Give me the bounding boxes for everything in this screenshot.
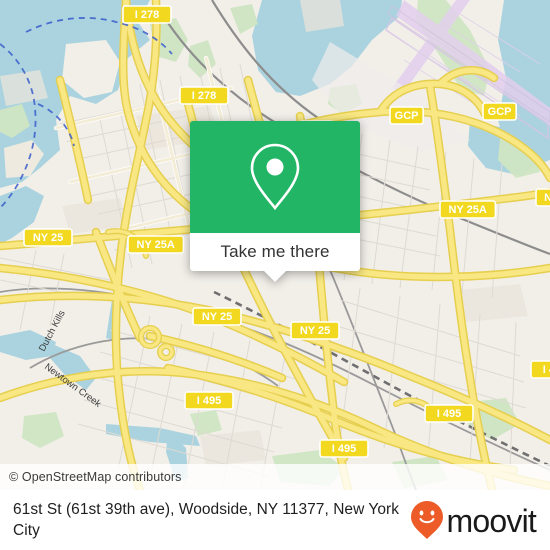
take-me-there-button[interactable]: Take me there	[220, 242, 329, 262]
road-shield-label: I 495	[332, 443, 356, 455]
attribution-text[interactable]: © OpenStreetMap contributors	[0, 470, 182, 484]
road-shield: I 495	[184, 391, 234, 410]
road-shield: I 495	[424, 404, 474, 423]
location-callout-card[interactable]: Take me there	[190, 121, 360, 282]
road-shield: I 278	[122, 5, 172, 24]
address-title: 61st St (61st 39th ave), Woodside, NY 11…	[13, 501, 400, 539]
road-shield-label: I 278	[192, 90, 216, 102]
road-shield: NY 25A	[439, 200, 497, 219]
road-shield: GCP	[389, 106, 425, 125]
road-shield-label: NY 25	[202, 311, 232, 323]
callout-tail	[263, 270, 287, 282]
road-shield: NY 25A	[127, 235, 185, 254]
road-shield-label: I 495	[197, 395, 221, 407]
road-shield-label: NY 25	[33, 232, 63, 244]
road-shield-label: NY 25A	[449, 204, 487, 216]
road-shield-label: I 495	[543, 364, 550, 376]
road-shield: I 495	[530, 360, 550, 379]
road-shield-label: NY 25A	[137, 239, 175, 251]
road-shield: I 495	[319, 439, 369, 458]
road-shield: NY 2	[535, 188, 550, 207]
road-shield: NY 25	[192, 307, 242, 326]
road-shield: I 278	[179, 86, 229, 105]
moovit-brand[interactable]: moovit	[410, 500, 550, 540]
road-shield-label: GCP	[395, 110, 419, 122]
road-shield-label: I 495	[437, 408, 461, 420]
callout-pin-panel	[190, 121, 360, 233]
road-shield-label: I 278	[135, 9, 159, 21]
road-shield: NY 25	[290, 321, 340, 340]
map-attribution-bar: © OpenStreetMap contributors	[0, 464, 550, 490]
road-shield: NY 25	[23, 228, 73, 247]
moovit-wordmark: moovit	[446, 502, 537, 539]
map-canvas[interactable]: Dutch Kills Newtown Creek I 278 I 278 GCP G…	[0, 0, 550, 490]
map-pin-icon	[250, 143, 300, 211]
road-shield-label: GCP	[488, 106, 512, 118]
road-shield-label: NY 2	[544, 192, 550, 204]
callout-action-bar[interactable]: Take me there	[190, 233, 360, 282]
road-shield-label: NY 25	[300, 325, 330, 337]
page-footer: 61st St (61st 39th ave), Woodside, NY 11…	[0, 490, 550, 550]
moovit-smiley-pin-icon	[410, 501, 443, 539]
road-shield: GCP	[482, 102, 518, 121]
